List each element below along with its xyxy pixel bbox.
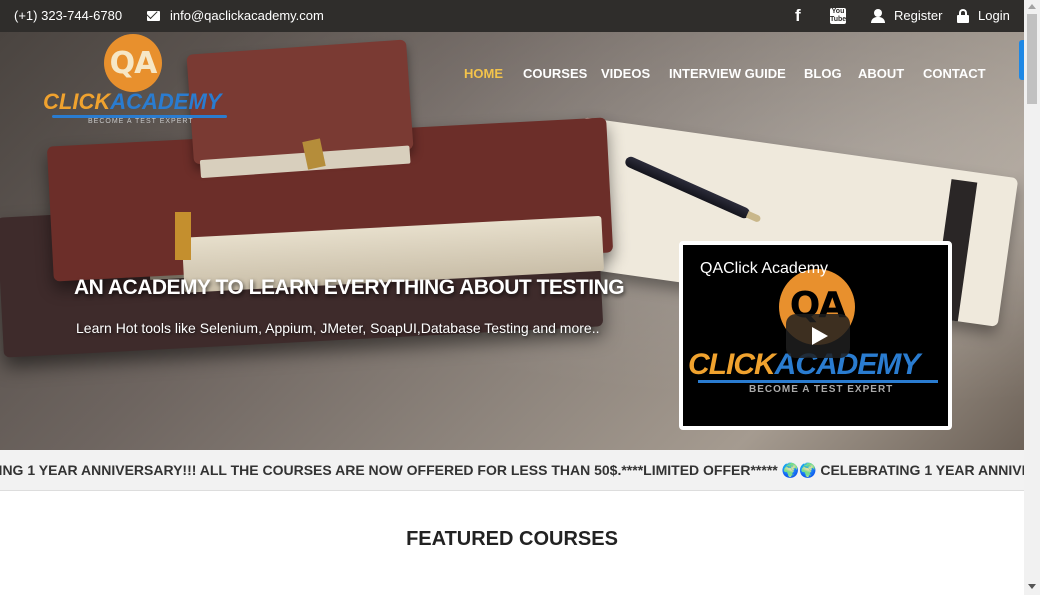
intro-video-player[interactable]: QA QAClick Academy CLICKACADEMY BECOME A… xyxy=(679,241,952,430)
phone-number: (+1) 323-744-6780 xyxy=(14,8,123,23)
hero-subtitle: Learn Hot tools like Selenium, Appium, J… xyxy=(76,320,600,336)
video-logo-swoosh xyxy=(698,380,938,383)
top-bar: (+1) 323-744-6780 info@qaclickacademy.co… xyxy=(0,0,1024,32)
logo-wordmark: CLICKACADEMY xyxy=(43,89,222,114)
featured-courses-heading: FEATURED COURSES xyxy=(406,528,618,550)
scrollbar-thumb[interactable] xyxy=(1027,14,1037,104)
nav-item-about[interactable]: ABOUT xyxy=(858,66,904,81)
scroll-down-icon[interactable] xyxy=(1028,584,1036,589)
nav-item-videos[interactable]: VIDEOS xyxy=(601,66,650,81)
register-link[interactable]: Register xyxy=(894,8,942,23)
page-scrollbar[interactable] xyxy=(1024,0,1040,595)
video-title[interactable]: QAClick Academy xyxy=(700,260,828,278)
announcement-marquee: TING 1 YEAR ANNIVERSARY!!! ALL THE COURS… xyxy=(0,450,1024,491)
marquee-text: TING 1 YEAR ANNIVERSARY!!! ALL THE COURS… xyxy=(0,462,1024,478)
scroll-up-icon[interactable] xyxy=(1028,4,1036,9)
facebook-icon[interactable]: f xyxy=(795,6,801,26)
nav-item-interview-guide[interactable]: INTERVIEW GUIDE xyxy=(669,66,786,81)
email-link[interactable]: info@qaclickacademy.com xyxy=(170,8,324,23)
lock-icon[interactable] xyxy=(957,9,969,23)
bookmark-ribbon xyxy=(175,212,191,260)
login-link[interactable]: Login xyxy=(978,8,1010,23)
play-icon[interactable] xyxy=(786,314,850,358)
envelope-icon xyxy=(147,11,160,21)
nav-item-home[interactable]: HOME xyxy=(464,66,503,81)
video-logo-tagline: BECOME A TEST EXPERT xyxy=(749,384,894,395)
nav-item-courses[interactable]: COURSES xyxy=(523,66,587,81)
youtube-icon[interactable]: You Tube xyxy=(830,8,846,24)
site-logo[interactable]: QA CLICKACADEMY BECOME A TEST EXPERT xyxy=(40,32,230,127)
nav-item-blog[interactable]: BLOG xyxy=(804,66,842,81)
user-icon[interactable] xyxy=(871,9,885,23)
logo-tagline: BECOME A TEST EXPERT xyxy=(88,118,194,125)
nav-item-contact[interactable]: CONTACT xyxy=(923,66,986,81)
hero-title: AN ACADEMY TO LEARN EVERYTHING ABOUT TES… xyxy=(74,276,625,299)
logo-qa: QA xyxy=(109,46,158,81)
